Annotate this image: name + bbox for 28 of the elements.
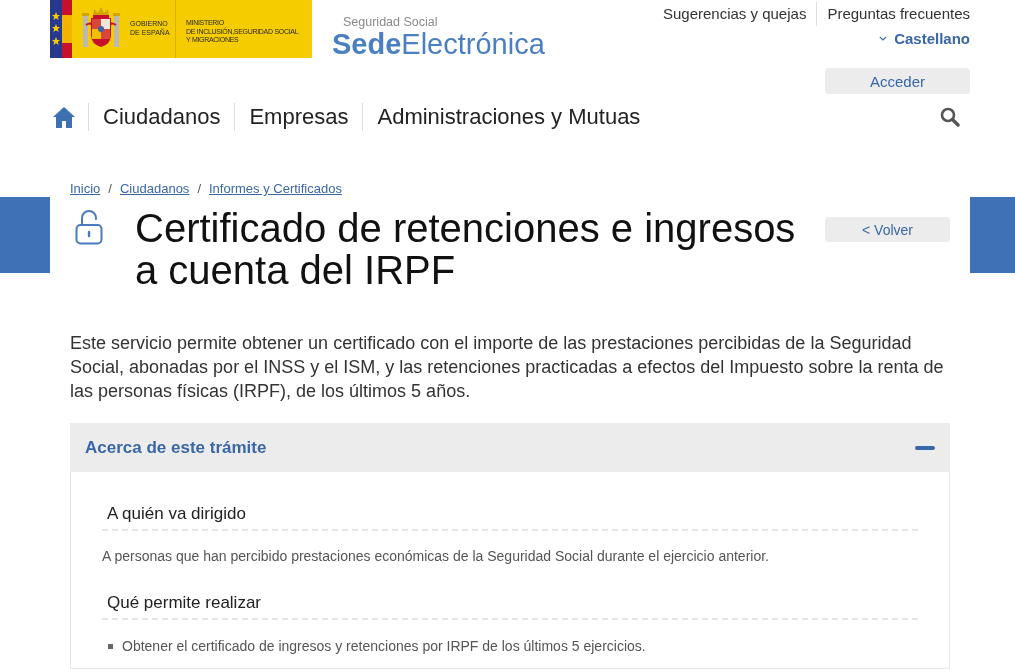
breadcrumb-link[interactable]: Inicio: [70, 180, 101, 197]
top-link[interactable]: Preguntas frecuentes: [816, 2, 970, 26]
breadcrumb-link[interactable]: Ciudadanos: [120, 180, 190, 197]
coat-of-arms-icon: [82, 5, 120, 49]
nav-link[interactable]: Administraciones y Mutuas: [362, 103, 655, 131]
breadcrumb-separator: /: [108, 180, 112, 197]
language-selector[interactable]: Castellano: [879, 29, 970, 47]
intro-text: Este servicio permite obtener un certificado con el importe de las prestaciones percibidas de la Seguridad Social, abonadas por el INSS y el ISM, y las retenciones practicadas a efectos del Impuesto sobre la renta de las personas físicas (IRPF), de los últimos 5 años.: [70, 332, 945, 403]
breadcrumb-link[interactable]: Informes y Certificados: [209, 180, 342, 197]
logo-wordmark: SedeElectrónica: [332, 29, 545, 59]
nav-link[interactable]: Ciudadanos: [88, 103, 235, 131]
home-icon[interactable]: [53, 106, 75, 128]
login-button[interactable]: Acceder: [825, 68, 970, 94]
section-text: A personas que han percibido prestaciones económicas de la Seguridad Social durante el ejercicio anterior.: [102, 547, 770, 566]
logo-subtitle: Seguridad Social: [343, 15, 438, 29]
nav-link[interactable]: Empresas: [234, 103, 363, 131]
page-title: Certificado de retenciones e ingresos a cuenta del IRPF: [135, 207, 797, 291]
section-heading: Qué permite realizar: [107, 592, 261, 614]
top-link[interactable]: Sugerencias y quejas: [652, 2, 817, 26]
list-item-text: Obtener el certificado de ingresos y retenciones por IRPF de los últimos 5 ejercicios.: [122, 637, 646, 656]
open-padlock-icon: [75, 209, 103, 245]
breadcrumb-separator: /: [197, 180, 201, 197]
back-button[interactable]: < Volver: [825, 217, 950, 242]
square-bullet-icon: [108, 643, 113, 649]
chevron-down-icon: [879, 35, 888, 41]
search-icon[interactable]: [940, 107, 960, 127]
section-heading: A quién va dirigido: [107, 503, 246, 525]
accordion-header[interactable]: Acerca de este trámite: [70, 423, 950, 472]
